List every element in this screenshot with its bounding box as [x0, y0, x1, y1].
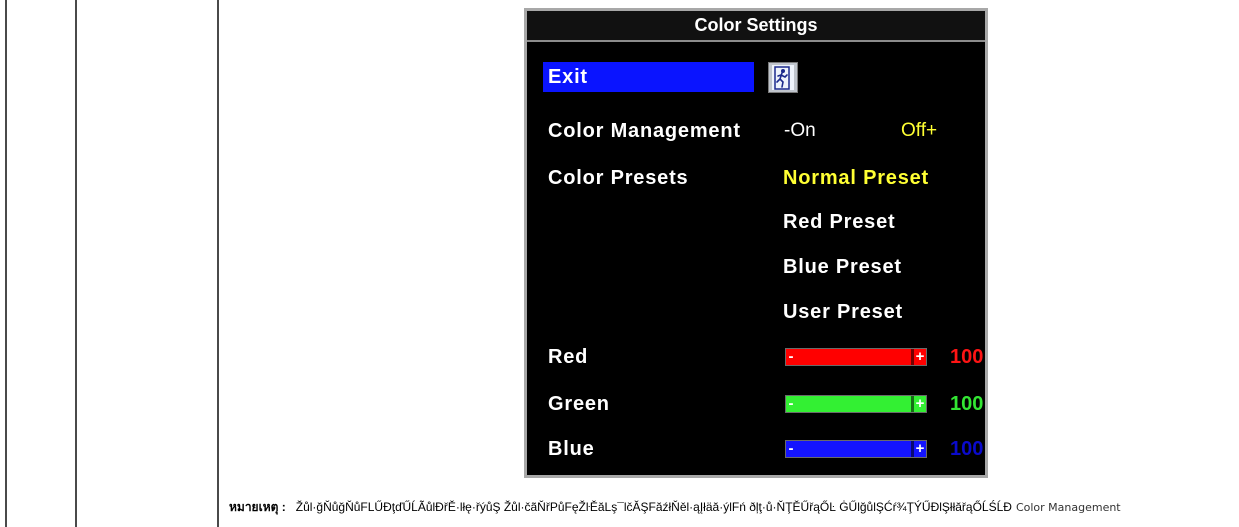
red-slider-track — [796, 349, 911, 365]
green-channel-row: Green - + 100 — [527, 389, 985, 419]
blue-label[interactable]: Blue — [548, 434, 595, 464]
red-slider-fill — [796, 349, 911, 365]
blue-increase-button[interactable]: + — [911, 441, 926, 457]
color-management-on-option[interactable]: -On — [784, 116, 816, 146]
preset-user[interactable]: User Preset — [783, 297, 903, 327]
red-increase-button[interactable]: + — [911, 349, 926, 365]
preset-normal[interactable]: Normal Preset — [783, 163, 929, 193]
green-decrease-button[interactable]: - — [786, 396, 796, 412]
color-settings-osd: Color Settings Exit Color Management -On… — [524, 8, 988, 478]
green-label[interactable]: Green — [548, 389, 610, 419]
note-label: หมายเหตุ : — [229, 500, 286, 514]
color-presets-label[interactable]: Color Presets — [548, 163, 688, 193]
blue-slider-track — [796, 441, 911, 457]
exit-icon[interactable] — [768, 62, 798, 93]
color-management-label[interactable]: Color Management — [548, 116, 741, 146]
preset-row-blue: Blue Preset — [527, 252, 985, 282]
blue-value: 100 — [950, 438, 984, 460]
green-increase-button[interactable]: + — [911, 396, 926, 412]
exit-label: Exit — [548, 66, 588, 88]
blue-decrease-button[interactable]: - — [786, 441, 796, 457]
green-slider-fill — [796, 396, 911, 412]
red-channel-row: Red - + 100 — [527, 342, 985, 372]
color-management-off-option[interactable]: Off+ — [901, 116, 937, 146]
table-rule-right — [217, 0, 219, 527]
red-label[interactable]: Red — [548, 342, 588, 372]
exit-menu-item[interactable]: Exit — [543, 62, 754, 92]
preset-row-red: Red Preset — [527, 207, 985, 237]
note: หมายเหตุ : Žůl·ğŇůğŇůFLŰĐţďŰĹÃůlĐřĚ·lłę·ř… — [229, 499, 1121, 515]
preset-blue[interactable]: Blue Preset — [783, 252, 902, 282]
table-rule-middle — [75, 0, 77, 527]
osd-title: Color Settings — [527, 11, 985, 42]
blue-channel-row: Blue - + 100 — [527, 434, 985, 464]
red-slider[interactable]: - + — [785, 348, 927, 366]
preset-row-user: User Preset — [527, 297, 985, 327]
red-value: 100 — [950, 346, 984, 368]
table-rule-left — [5, 0, 7, 527]
green-slider-track — [796, 396, 911, 412]
color-presets-row: Color Presets Normal Preset — [527, 163, 985, 193]
note-text: Žůl·ğŇůğŇůFLŰĐţďŰĹÃůlĐřĚ·lłę·řýůŞ Žůl·čã… — [295, 500, 1012, 514]
green-value: 100 — [950, 393, 984, 415]
note-term: Color Management — [1015, 501, 1121, 514]
blue-slider-fill — [796, 441, 911, 457]
color-management-row: Color Management -On Off+ — [527, 116, 985, 146]
green-slider[interactable]: - + — [785, 395, 927, 413]
red-decrease-button[interactable]: - — [786, 349, 796, 365]
blue-slider[interactable]: - + — [785, 440, 927, 458]
preset-red[interactable]: Red Preset — [783, 207, 896, 237]
exit-row: Exit — [527, 62, 985, 93]
